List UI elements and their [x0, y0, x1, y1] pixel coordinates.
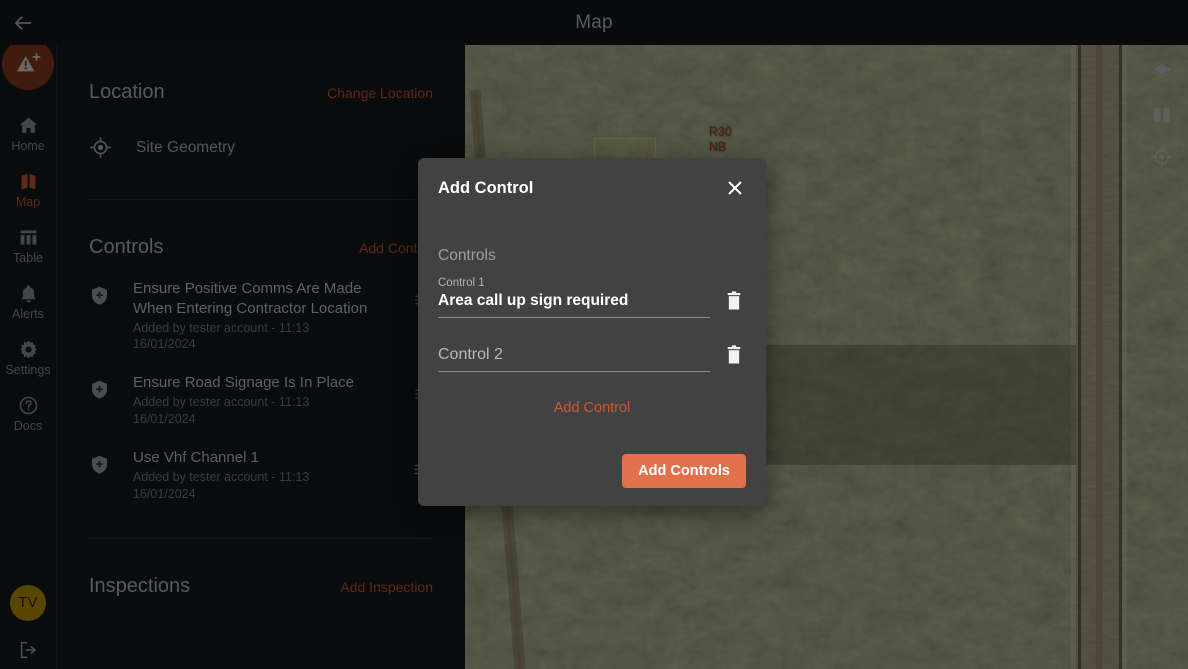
control-input-1-wrapper: Control 1 Area call up sign required — [438, 277, 710, 318]
close-icon[interactable] — [724, 177, 746, 199]
control-input-1-label: Control 1 — [438, 277, 485, 289]
dialog-title: Add Control — [438, 178, 534, 197]
add-controls-button[interactable]: Add Controls — [622, 454, 746, 488]
dialog-header: Add Control — [438, 158, 746, 199]
app-root: R30 NB — [0, 0, 1188, 669]
control-input-1[interactable]: Area call up sign required — [438, 292, 710, 318]
add-control-dialog: Add Control Controls Control 1 Area call… — [418, 158, 766, 506]
control-field-row-2: Control 2 — [438, 344, 746, 372]
controls-group-label: Controls — [438, 247, 496, 264]
control-input-2-wrapper: Control 2 — [438, 346, 710, 372]
trash-icon[interactable] — [724, 290, 746, 318]
dialog-footer: Add Controls — [622, 454, 746, 488]
trash-icon[interactable] — [724, 344, 746, 372]
control-field-row-1: Control 1 Area call up sign required — [438, 277, 746, 318]
add-control-row-link[interactable]: Add Control — [438, 400, 746, 416]
control-input-2[interactable]: Control 2 — [438, 346, 710, 372]
